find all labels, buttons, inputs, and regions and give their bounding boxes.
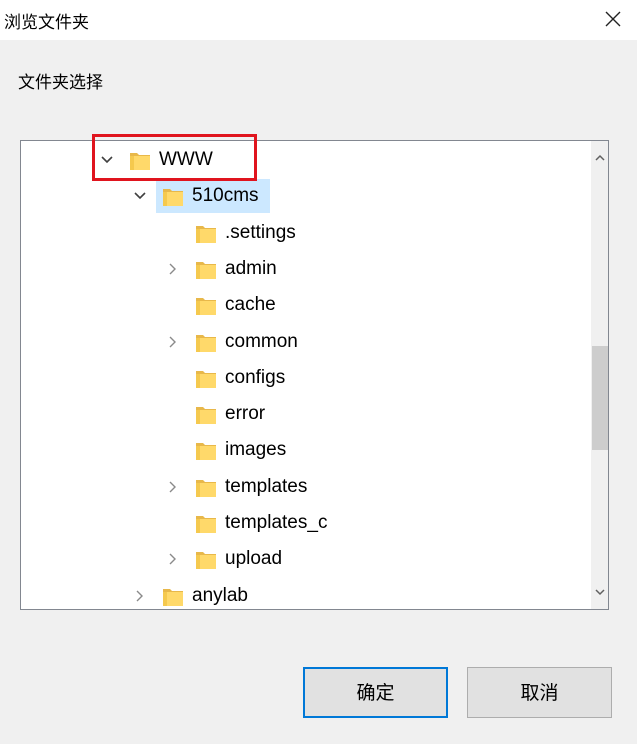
- folder-tree[interactable]: WWW 510cms .settings admin cache common config…: [20, 140, 609, 610]
- title-bar: 浏览文件夹: [0, 0, 637, 40]
- tree-item-label: common: [225, 330, 298, 352]
- cancel-button[interactable]: 取消: [467, 667, 612, 718]
- tree-item-label: 510cms: [192, 185, 259, 207]
- ok-button[interactable]: 确定: [303, 667, 448, 718]
- scrollbar-thumb[interactable]: [592, 346, 608, 450]
- chevron-down-icon[interactable]: [132, 188, 148, 204]
- folder-icon: [162, 186, 184, 208]
- dialog-prompt: 文件夹选择: [18, 73, 103, 92]
- folder-icon: [195, 513, 217, 535]
- scroll-down-icon[interactable]: [591, 583, 608, 601]
- tree-item[interactable]: anylab: [21, 579, 581, 609]
- folder-icon: [195, 549, 217, 571]
- annotation-highlight-box: [92, 134, 257, 181]
- folder-icon: [195, 440, 217, 462]
- tree-item-label: anylab: [192, 584, 248, 606]
- chevron-right-icon[interactable]: [132, 588, 148, 604]
- tree-item[interactable]: common: [21, 325, 581, 359]
- tree-item[interactable]: admin: [21, 252, 581, 286]
- tree-item-label: admin: [225, 257, 277, 279]
- close-icon[interactable]: [598, 4, 628, 34]
- tree-item[interactable]: templates: [21, 470, 581, 504]
- folder-icon: [195, 259, 217, 281]
- folder-icon: [195, 477, 217, 499]
- tree-item-label: error: [225, 403, 266, 425]
- folder-icon: [195, 404, 217, 426]
- dialog-title: 浏览文件夹: [4, 13, 89, 32]
- tree-item[interactable]: images: [21, 433, 581, 467]
- tree-item[interactable]: error: [21, 397, 581, 431]
- chevron-right-icon[interactable]: [165, 551, 181, 567]
- tree-item-label: cache: [225, 294, 276, 316]
- tree-item-label: templates_c: [225, 512, 328, 533]
- tree-item-label: templates: [225, 475, 308, 497]
- tree-item-label: configs: [225, 366, 286, 388]
- tree-item[interactable]: .settings: [21, 216, 581, 250]
- tree-item[interactable]: upload: [21, 542, 581, 576]
- chevron-right-icon[interactable]: [165, 334, 181, 350]
- folder-icon: [195, 368, 217, 390]
- tree-item[interactable]: 510cms: [21, 179, 581, 214]
- scroll-up-icon[interactable]: [591, 149, 608, 167]
- vertical-scrollbar[interactable]: [591, 141, 608, 609]
- folder-icon: [195, 332, 217, 354]
- tree-item[interactable]: cache: [21, 288, 581, 322]
- chevron-right-icon[interactable]: [165, 261, 181, 277]
- tree-item[interactable]: configs: [21, 361, 581, 395]
- tree-item-label: .settings: [225, 221, 296, 243]
- folder-icon: [162, 586, 184, 608]
- folder-icon: [195, 223, 217, 245]
- folder-icon: [195, 295, 217, 317]
- tree-item-label: upload: [225, 548, 283, 570]
- tree-item-label: images: [225, 439, 287, 461]
- tree-item[interactable]: templates_c: [21, 506, 581, 540]
- chevron-right-icon[interactable]: [165, 479, 181, 495]
